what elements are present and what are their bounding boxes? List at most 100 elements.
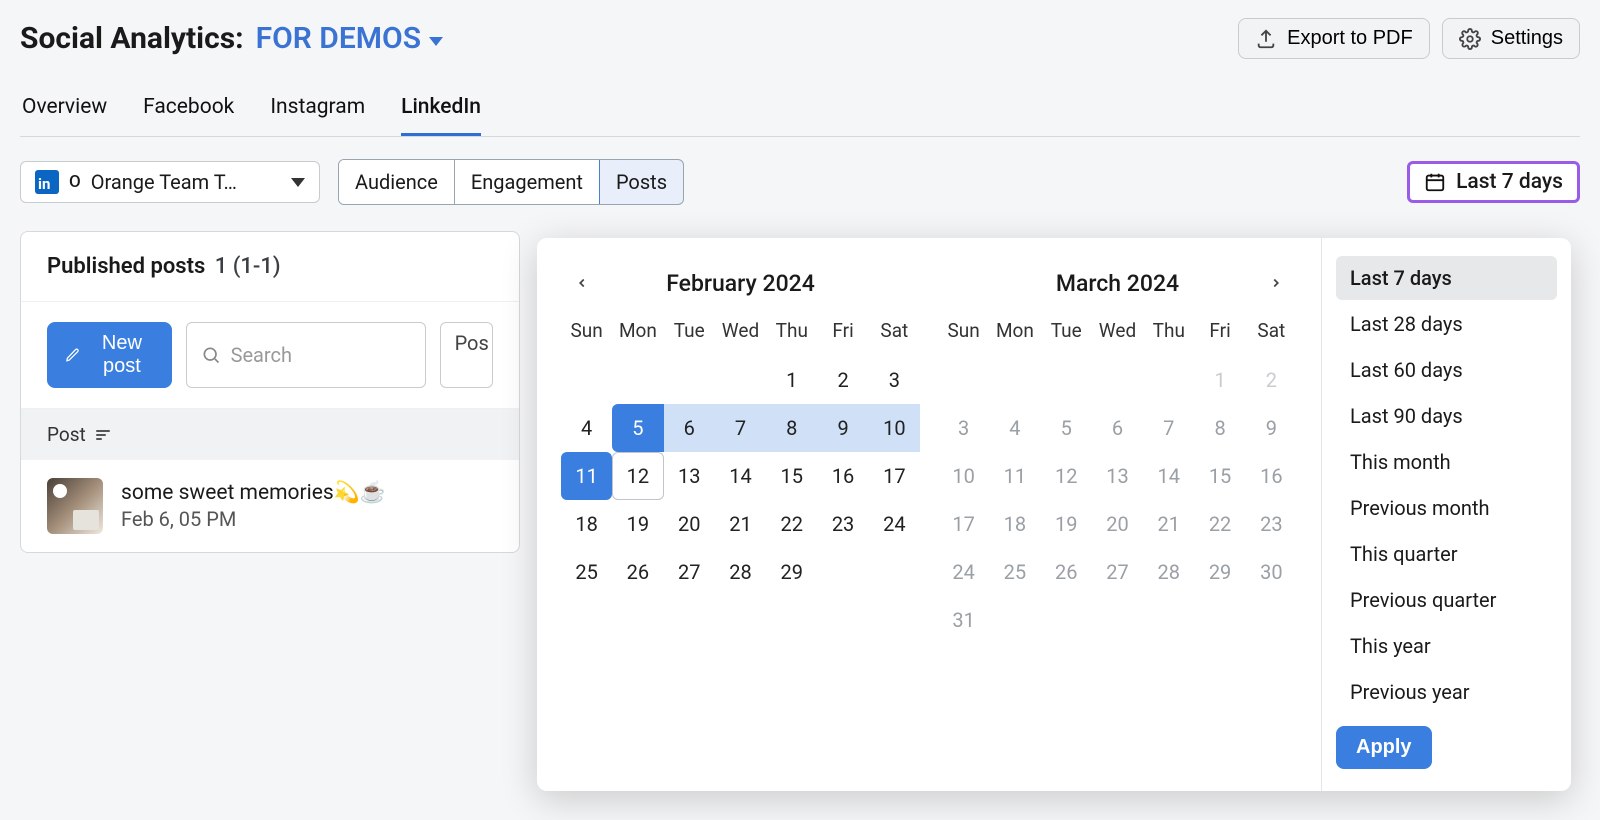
preset-option[interactable]: This quarter [1336,532,1557,576]
calendar-day[interactable]: 6 [1092,404,1143,452]
calendar-day[interactable]: 16 [817,452,868,500]
calendar-day[interactable]: 28 [1143,548,1194,596]
calendar-day[interactable]: 1 [766,356,817,404]
calendar-day[interactable]: 12 [1041,452,1092,500]
dow-label: Mon [989,315,1040,346]
preset-option[interactable]: Last 90 days [1336,394,1557,438]
calendar-day[interactable]: 5 [1041,404,1092,452]
header: Social Analytics: FOR DEMOS Export to PD… [20,18,1580,59]
search-input[interactable]: Search [186,322,426,388]
calendar-day[interactable]: 11 [989,452,1040,500]
calendar-day[interactable]: 3 [938,404,989,452]
calendar-month-right: March 2024SunMonTueWedThuFriSat.....1234… [938,262,1297,761]
calendar-day[interactable]: 24 [869,500,920,548]
calendar-day[interactable]: 17 [869,452,920,500]
export-pdf-button[interactable]: Export to PDF [1238,18,1430,59]
segment-engagement[interactable]: Engagement [455,160,600,204]
calendar-day[interactable]: 16 [1246,452,1297,500]
calendar-day[interactable]: 21 [1143,500,1194,548]
calendar-day[interactable]: 19 [612,500,663,548]
tab-facebook[interactable]: Facebook [143,95,234,136]
apply-button[interactable]: Apply [1336,726,1432,769]
tab-linkedin[interactable]: LinkedIn [401,95,481,136]
calendar-day[interactable]: 28 [715,548,766,596]
pencil-icon [65,345,80,365]
preset-option[interactable]: Last 7 days [1336,256,1557,300]
tab-instagram[interactable]: Instagram [270,95,365,136]
segment-audience[interactable]: Audience [339,160,455,204]
date-range-popover: February 2024SunMonTueWedThuFriSat....12… [537,238,1571,791]
calendar-day[interactable]: 13 [664,452,715,500]
calendar-day[interactable]: 6 [664,404,715,452]
calendar-day[interactable]: 19 [1041,500,1092,548]
preset-option[interactable]: Previous year [1336,670,1557,714]
calendar-day[interactable]: 29 [766,548,817,596]
calendar-day[interactable]: 9 [817,404,868,452]
calendar-day[interactable]: 14 [1143,452,1194,500]
chevron-left-icon [575,276,589,290]
preset-option[interactable]: Previous month [1336,486,1557,530]
calendar-day[interactable]: 26 [1041,548,1092,596]
calendar-day[interactable]: 25 [561,548,612,596]
table-header[interactable]: Post [21,409,519,460]
calendar-day[interactable]: 27 [1092,548,1143,596]
calendar-day[interactable]: 1 [1194,356,1245,404]
calendar-day[interactable]: 10 [869,404,920,452]
calendar-day[interactable]: 18 [989,500,1040,548]
calendar-day[interactable]: 3 [869,356,920,404]
project-selector[interactable]: FOR DEMOS [256,21,443,56]
preset-option[interactable]: Previous quarter [1336,578,1557,622]
calendar-day[interactable]: 21 [715,500,766,548]
calendar-day[interactable]: 8 [1194,404,1245,452]
card-header: Published posts 1 (1-1) [21,232,519,302]
calendar-day[interactable]: 24 [938,548,989,596]
calendar-day[interactable]: 14 [715,452,766,500]
calendar-day[interactable]: 26 [612,548,663,596]
preset-option[interactable]: This month [1336,440,1557,484]
calendar-day[interactable]: 22 [766,500,817,548]
tab-overview[interactable]: Overview [22,95,107,136]
calendar-day[interactable]: 8 [766,404,817,452]
segment-posts[interactable]: Posts [599,159,684,205]
calendar-day[interactable]: 9 [1246,404,1297,452]
calendar-day[interactable]: 4 [989,404,1040,452]
calendar-day[interactable]: 2 [817,356,868,404]
settings-button[interactable]: Settings [1442,18,1580,59]
calendar-day[interactable]: 22 [1194,500,1245,548]
calendar-day[interactable]: 15 [1194,452,1245,500]
preset-option[interactable]: Last 60 days [1336,348,1557,392]
table-row[interactable]: some sweet memories💫☕Feb 6, 05 PM [21,460,519,552]
new-post-button[interactable]: New post [47,322,172,388]
date-presets: Last 7 daysLast 28 daysLast 60 daysLast … [1321,238,1571,791]
calendar-day[interactable]: 18 [561,500,612,548]
calendar-day[interactable]: 23 [817,500,868,548]
calendar-next-button[interactable] [1261,268,1291,298]
calendar-day[interactable]: 29 [1194,548,1245,596]
calendar-day[interactable]: 20 [1092,500,1143,548]
calendar-day[interactable]: 30 [1246,548,1297,596]
calendar-day[interactable]: 5 [612,404,663,452]
account-selector[interactable]: in O Orange Team T… [20,161,320,203]
calendar-day[interactable]: 13 [1092,452,1143,500]
calendar-day[interactable]: 25 [989,548,1040,596]
calendar-prev-button[interactable] [567,268,597,298]
filter-dropdown-cut[interactable]: Pos [440,322,493,388]
calendar-day[interactable]: 27 [664,548,715,596]
calendar-day[interactable]: 31 [938,596,989,644]
calendar-day[interactable]: 7 [715,404,766,452]
calendar-day[interactable]: 11 [561,452,612,500]
calendar-day[interactable]: 2 [1246,356,1297,404]
preset-option[interactable]: Last 28 days [1336,302,1557,346]
preset-option[interactable]: This year [1336,624,1557,668]
post-date: Feb 6, 05 PM [121,507,386,531]
calendar-day[interactable]: 7 [1143,404,1194,452]
calendar-day[interactable]: 10 [938,452,989,500]
calendar-day[interactable]: 23 [1246,500,1297,548]
date-range-button[interactable]: Last 7 days [1407,161,1580,203]
calendar-day[interactable]: 12 [612,452,663,500]
calendar-day[interactable]: 20 [664,500,715,548]
calendar-day[interactable]: 4 [561,404,612,452]
calendar-day[interactable]: 17 [938,500,989,548]
export-label: Export to PDF [1287,27,1413,50]
calendar-day[interactable]: 15 [766,452,817,500]
